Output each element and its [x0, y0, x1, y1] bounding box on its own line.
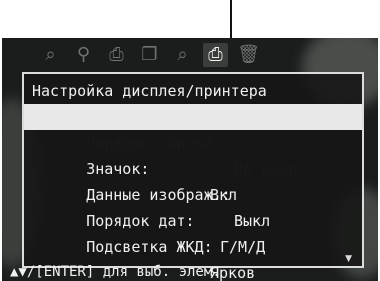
trash-icon[interactable]: 🗑: [236, 43, 261, 67]
menu-item-value: Г/М/Д: [220, 238, 266, 256]
menu-item-icon[interactable]: Значок: Вкл: [24, 130, 362, 204]
scroll-down-icon: ▼: [345, 254, 352, 264]
menu-item-lcd-backlight[interactable]: Подсветка ЖКД: Ярков: [24, 208, 362, 281]
printer-settings-icon[interactable]: ⎙: [203, 43, 228, 67]
print-icon[interactable]: ⎙: [104, 43, 129, 67]
magnify-icon[interactable]: ⌕: [170, 43, 195, 67]
hint-text: ▲▼/[ENTER] для выб. элем.: [10, 264, 221, 280]
menu-title: Настройка дисплея/принтера: [32, 82, 267, 100]
copy-icon[interactable]: ❐: [137, 43, 162, 67]
menu-item-label: Подсветка ЖКД:: [86, 238, 213, 256]
magnify-icon[interactable]: ⌕: [38, 43, 63, 67]
lcd-screen: ⌕ ⚲ ⎙ ❐ ⌕ ⎙ 🗑 Настройка дисплея/принтера…: [2, 38, 378, 281]
settings-menu: Настройка дисплея/принтера Порядок списк…: [22, 72, 364, 281]
menu-item-list-order[interactable]: Порядок списка: По возр.: [24, 104, 362, 178]
zoom-icon[interactable]: ⚲: [71, 43, 96, 67]
toolbar: ⌕ ⚲ ⎙ ❐ ⌕ ⎙ 🗑: [38, 41, 261, 69]
menu-item-image-data[interactable]: Данные изображ.: Выкл: [24, 156, 362, 230]
callout-line: [230, 0, 232, 38]
menu-item-date-order[interactable]: Порядок дат: Г/М/Д: [24, 182, 362, 256]
